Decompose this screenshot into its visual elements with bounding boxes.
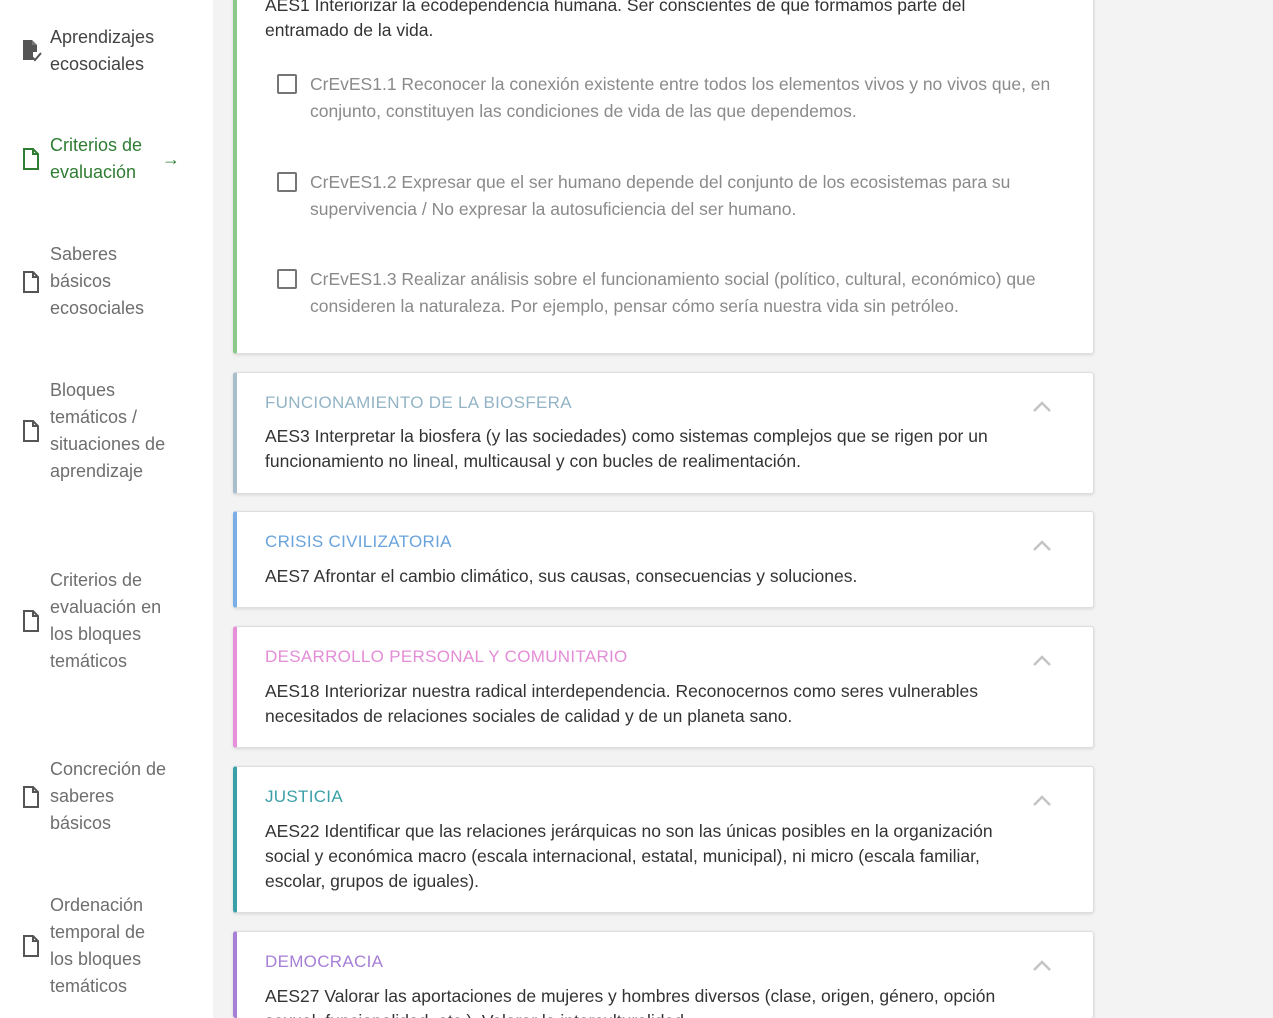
file-outline-icon [20, 933, 42, 959]
sidebar-item-saberes-basicos[interactable]: Saberes básicos ecosociales [20, 241, 195, 322]
file-outline-icon [20, 269, 42, 295]
criterion-row: CrEvES1.2 Expresar que el ser humano dep… [277, 169, 1067, 223]
chevron-up-icon[interactable] [1031, 958, 1053, 972]
card-title: CRISIS CIVILIZATORIA [265, 532, 452, 551]
objective-card-justicia[interactable]: JUSTICIA AES22 Identificar que las relac… [233, 766, 1094, 913]
objective-card-desarrollo[interactable]: DESARROLLO PERSONAL Y COMUNITARIO AES18 … [233, 626, 1094, 748]
sidebar-item-label: Concreción de saberes básicos [50, 759, 167, 833]
objective-card-expanded: AES1 Interiorizar la ecodependencia huma… [233, 0, 1094, 354]
card-text: AES18 Interiorizar nuestra radical inter… [265, 681, 979, 726]
chevron-up-icon[interactable] [1031, 793, 1053, 807]
sidebar-item-criterios-de-evaluacion[interactable]: Criterios de evaluación → [20, 132, 195, 186]
sidebar-item-criterios-en-bloques[interactable]: Criterios de evaluación en los bloques t… [20, 567, 195, 675]
criterion-text: CrEvES1.1 Reconocer la conexión existent… [310, 74, 1051, 121]
sidebar-item-label: Bloques temáticos / situaciones de apren… [50, 380, 166, 481]
file-outline-icon [20, 608, 42, 634]
criterion-text: CrEvES1.2 Expresar que el ser humano dep… [310, 172, 1011, 219]
criterion-row: CrEvES1.3 Realizar análisis sobre el fun… [277, 266, 1067, 320]
card-text: AES3 Interpretar la biosfera (y las soci… [265, 426, 988, 471]
file-outline-icon [20, 418, 42, 444]
chevron-up-icon[interactable] [1031, 653, 1053, 667]
arrow-right-icon: → [162, 148, 180, 169]
file-outline-icon [20, 784, 42, 810]
card-text: AES27 Valorar las aportaciones de mujere… [265, 986, 996, 1018]
sidebar-item-concrecion-saberes[interactable]: Concreción de saberes básicos [20, 756, 195, 837]
card-text: AES7 Afrontar el cambio climático, sus c… [265, 566, 858, 586]
objective-card-biosfera[interactable]: FUNCIONAMIENTO DE LA BIOSFERA AES3 Inter… [233, 372, 1094, 494]
sidebar-item-label: Saberes básicos ecosociales [50, 244, 145, 318]
sidebar-item-ordenacion-temporal[interactable]: Ordenación temporal de los bloques temát… [20, 892, 195, 1000]
sidebar-item-label: Ordenación temporal de los bloques temát… [50, 895, 146, 996]
file-check-icon [20, 38, 42, 64]
objective-card-democracia[interactable]: DEMOCRACIA AES27 Valorar las aportacione… [233, 931, 1094, 1018]
criterion-checkbox[interactable] [277, 269, 297, 289]
criterion-checkbox[interactable] [277, 172, 297, 192]
file-outline-icon [20, 146, 42, 172]
sidebar-item-bloques-tematicos[interactable]: Bloques temáticos / situaciones de apren… [20, 377, 195, 485]
sidebar-item-aprendizajes-ecosociales[interactable]: Aprendizajes ecosociales [20, 24, 195, 78]
criterion-text: CrEvES1.3 Realizar análisis sobre el fun… [310, 269, 1036, 316]
sidebar-item-label: Criterios de evaluación en los bloques t… [50, 570, 162, 671]
card-text: AES22 Identificar que las relaciones jer… [265, 821, 993, 891]
sidebar: Aprendizajes ecosociales Criterios de ev… [0, 0, 213, 1018]
card-title: DESARROLLO PERSONAL Y COMUNITARIO [265, 647, 628, 666]
criterion-row: CrEvES1.1 Reconocer la conexión existent… [277, 71, 1067, 125]
card-title: JUSTICIA [265, 787, 343, 806]
objective-text: AES1 Interiorizar la ecodependencia huma… [265, 0, 966, 40]
chevron-up-icon[interactable] [1031, 538, 1053, 552]
criterion-checkbox[interactable] [277, 74, 297, 94]
objective-card-crisis[interactable]: CRISIS CIVILIZATORIA AES7 Afrontar el ca… [233, 511, 1094, 608]
sidebar-item-label: Criterios de evaluación [50, 135, 143, 182]
card-title: FUNCIONAMIENTO DE LA BIOSFERA [265, 393, 572, 412]
card-title: DEMOCRACIA [265, 952, 384, 971]
sidebar-item-label: Aprendizajes ecosociales [50, 27, 155, 74]
chevron-up-icon[interactable] [1031, 399, 1053, 413]
